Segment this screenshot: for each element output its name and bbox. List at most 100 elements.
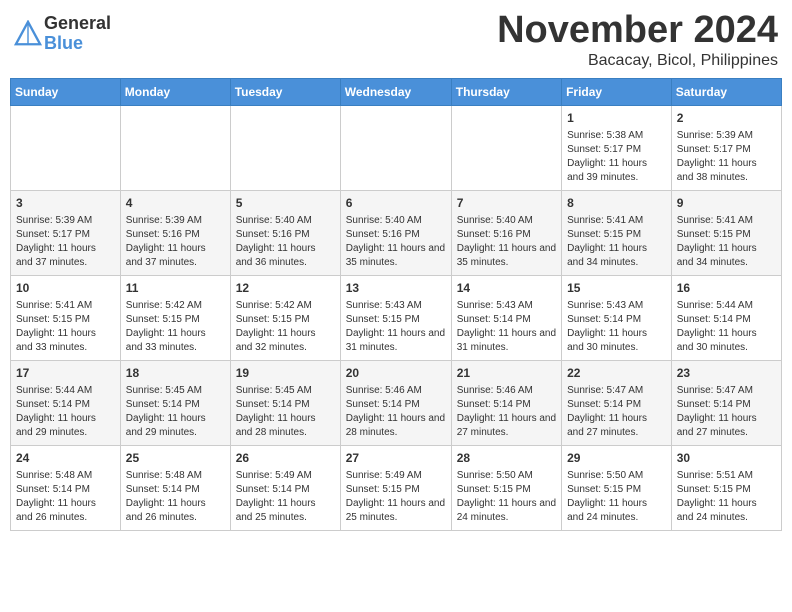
calendar-cell: 10Sunrise: 5:41 AMSunset: 5:15 PMDayligh… [11,275,121,360]
sunset-text: Sunset: 5:15 PM [677,484,751,495]
sunset-text: Sunset: 5:14 PM [346,399,420,410]
day-number: 5 [236,195,335,212]
daylight-text: Daylight: 11 hours and 26 minutes. [16,498,96,523]
logo-text: General Blue [44,14,111,54]
calendar-cell: 20 Sunrise: 5:46 AM Sunset: 5:14 PM Dayligh… [340,360,451,445]
calendar-week-1: 1Sunrise: 5:38 AMSunset: 5:17 PMDaylight… [11,105,782,190]
daylight-text: Daylight: 11 hours and 30 minutes. [567,328,647,353]
weekday-header-row: SundayMondayTuesdayWednesdayThursdayFrid… [11,78,782,105]
sunset-text: Sunset: 5:14 PM [126,484,200,495]
day-number: 12 [236,280,335,297]
daylight-text: Daylight: 11 hours and 37 minutes. [16,243,96,268]
calendar-cell: 19Sunrise: 5:45 AMSunset: 5:14 PMDayligh… [230,360,340,445]
sunrise-text: Sunrise: 5:39 AM [16,215,92,226]
daylight-text: Daylight: 11 hours and 24 minutes. [677,498,757,523]
calendar-cell: 25Sunrise: 5:48 AMSunset: 5:14 PMDayligh… [120,445,230,530]
daylight-text: Daylight: 11 hours and 31 minutes. [346,328,445,353]
calendar-cell: 21Sunrise: 5:46 AMSunset: 5:14 PMDayligh… [451,360,561,445]
calendar-cell: 6Sunrise: 5:40 AMSunset: 5:16 PMDaylight… [340,190,451,275]
calendar-cell: 2Sunrise: 5:39 AMSunset: 5:17 PMDaylight… [671,105,781,190]
day-number: 15 [567,280,666,297]
day-number: 24 [16,450,115,467]
sunrise-text: Sunrise: 5:44 AM [677,300,753,311]
calendar-cell: 27Sunrise: 5:49 AMSunset: 5:15 PMDayligh… [340,445,451,530]
day-number: 28 [457,450,556,467]
daylight-text: Daylight: 11 hours and 29 minutes. [126,413,206,438]
calendar-cell: 15Sunrise: 5:43 AMSunset: 5:14 PMDayligh… [562,275,672,360]
calendar-cell: 7Sunrise: 5:40 AMSunset: 5:16 PMDaylight… [451,190,561,275]
sunset-text: Sunset: 5:14 PM [567,399,641,410]
sunset-text: Sunset: 5:16 PM [457,229,531,240]
sunset-text: Sunset: 5:14 PM [126,399,200,410]
calendar-cell [230,105,340,190]
sunrise-text: Sunrise: 5:50 AM [567,470,643,481]
sunset-text: Sunset: 5:17 PM [677,144,751,155]
weekday-header-monday: Monday [120,78,230,105]
daylight-text: Daylight: 11 hours and 37 minutes. [126,243,206,268]
sunrise-text: Sunrise: 5:43 AM [567,300,643,311]
logo-blue-text: Blue [44,34,111,54]
day-number: 14 [457,280,556,297]
sunset-text: Sunset: 5:15 PM [567,229,641,240]
sunset-text: Sunset: 5:14 PM [677,314,751,325]
daylight-text: Daylight: 11 hours and 27 minutes. [457,413,556,438]
daylight-text: Daylight: 11 hours and 34 minutes. [677,243,757,268]
calendar-cell: 29Sunrise: 5:50 AMSunset: 5:15 PMDayligh… [562,445,672,530]
calendar-cell: 30 Sunrise: 5:51 AM Sunset: 5:15 PM Dayligh… [671,445,781,530]
day-number: 10 [16,280,115,297]
logo-icon [14,20,42,48]
weekday-header-saturday: Saturday [671,78,781,105]
sunrise-text: Sunrise: 5:40 AM [346,215,422,226]
day-number: 4 [126,195,225,212]
daylight-text: Daylight: 11 hours and 27 minutes. [567,413,647,438]
sunrise-text: Sunrise: 5:43 AM [346,300,422,311]
sunrise-text: Sunrise: 5:44 AM [16,385,92,396]
sunrise-text: Sunrise: 5:51 AM [677,470,753,481]
sunrise-text: Sunrise: 5:49 AM [346,470,422,481]
sunrise-text: Sunrise: 5:39 AM [126,215,202,226]
calendar-cell: 13 Sunrise: 5:43 AM Sunset: 5:15 PM Dayligh… [340,275,451,360]
sunrise-text: Sunrise: 5:45 AM [236,385,312,396]
sunrise-text: Sunrise: 5:46 AM [346,385,422,396]
sunset-text: Sunset: 5:14 PM [236,399,310,410]
sunrise-text: Sunrise: 5:43 AM [457,300,533,311]
day-number: 16 [677,280,776,297]
daylight-text: Daylight: 11 hours and 28 minutes. [236,413,316,438]
sunrise-text: Sunrise: 5:38 AM [567,130,643,141]
day-number: 13 [346,280,446,297]
daylight-text: Daylight: 11 hours and 34 minutes. [567,243,647,268]
daylight-text: Daylight: 11 hours and 25 minutes. [236,498,316,523]
sunset-text: Sunset: 5:15 PM [677,229,751,240]
calendar-cell: 14Sunrise: 5:43 AMSunset: 5:14 PMDayligh… [451,275,561,360]
sunset-text: Sunset: 5:15 PM [346,484,420,495]
calendar-cell: 4Sunrise: 5:39 AMSunset: 5:16 PMDaylight… [120,190,230,275]
daylight-text: Daylight: 11 hours and 35 minutes. [346,243,445,268]
daylight-text: Daylight: 11 hours and 30 minutes. [677,328,757,353]
day-number: 20 [346,365,446,382]
sunset-text: Sunset: 5:15 PM [236,314,310,325]
calendar-cell: 9Sunrise: 5:41 AMSunset: 5:15 PMDaylight… [671,190,781,275]
day-number: 22 [567,365,666,382]
sunrise-text: Sunrise: 5:42 AM [236,300,312,311]
day-number: 30 [677,450,776,467]
calendar-table: SundayMondayTuesdayWednesdayThursdayFrid… [10,78,782,531]
calendar-cell: 28Sunrise: 5:50 AMSunset: 5:15 PMDayligh… [451,445,561,530]
sunset-text: Sunset: 5:14 PM [677,399,751,410]
sunrise-text: Sunrise: 5:41 AM [16,300,92,311]
day-number: 7 [457,195,556,212]
sunrise-text: Sunrise: 5:41 AM [567,215,643,226]
sunset-text: Sunset: 5:16 PM [346,229,420,240]
sunrise-text: Sunrise: 5:46 AM [457,385,533,396]
day-number: 3 [16,195,115,212]
sunset-text: Sunset: 5:15 PM [346,314,420,325]
day-number: 2 [677,110,776,127]
weekday-header-wednesday: Wednesday [340,78,451,105]
daylight-text: Daylight: 11 hours and 31 minutes. [457,328,556,353]
calendar-cell: 1Sunrise: 5:38 AMSunset: 5:17 PMDaylight… [562,105,672,190]
daylight-text: Daylight: 11 hours and 25 minutes. [346,498,445,523]
calendar-cell: 23Sunrise: 5:47 AMSunset: 5:14 PMDayligh… [671,360,781,445]
daylight-text: Daylight: 11 hours and 29 minutes. [16,413,96,438]
daylight-text: Daylight: 11 hours and 38 minutes. [677,158,757,183]
sunset-text: Sunset: 5:14 PM [457,399,531,410]
daylight-text: Daylight: 11 hours and 28 minutes. [346,413,445,438]
